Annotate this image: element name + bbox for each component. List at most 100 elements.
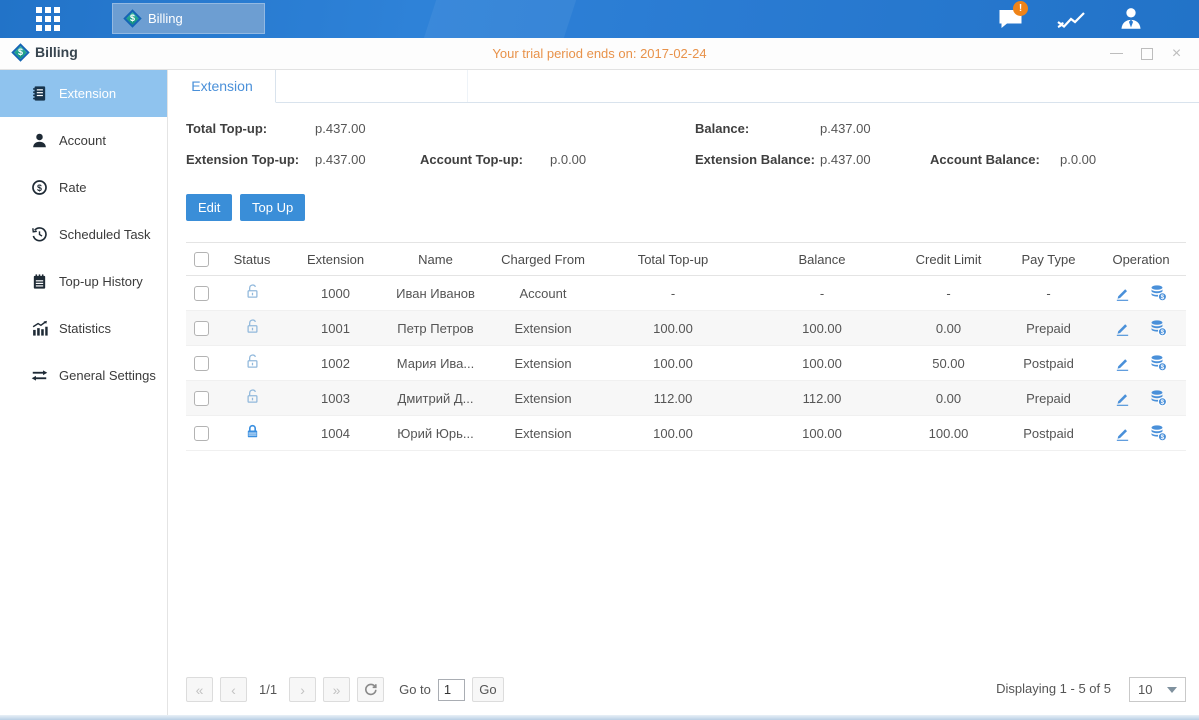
bar-chart-icon bbox=[31, 320, 48, 337]
extensions-table: StatusExtensionNameCharged FromTotal Top… bbox=[186, 242, 1186, 451]
person-icon[interactable] bbox=[1111, 5, 1151, 33]
billing-diamond-icon: $ bbox=[123, 9, 141, 27]
row-checkbox[interactable] bbox=[194, 321, 209, 336]
tab-extension[interactable]: Extension bbox=[169, 70, 276, 103]
user-icon bbox=[31, 132, 48, 149]
main-panel: Extension Total Top-up: p.437.00 Balance… bbox=[169, 70, 1199, 715]
sidebar-item-statistics[interactable]: Statistics bbox=[0, 305, 167, 352]
topup-coins-icon[interactable]: $ bbox=[1149, 354, 1168, 372]
svg-text:$: $ bbox=[37, 183, 42, 193]
extension-balance-value: p.437.00 bbox=[820, 152, 871, 167]
notepad-icon bbox=[31, 273, 48, 290]
sidebar-item-label: Extension bbox=[59, 86, 116, 101]
page-size-select[interactable]: 10 bbox=[1129, 677, 1186, 702]
row-checkbox[interactable] bbox=[194, 286, 209, 301]
extension-topup-label: Extension Top-up: bbox=[186, 152, 299, 167]
messages-icon[interactable]: ! bbox=[990, 5, 1030, 33]
sidebar-item-general-settings[interactable]: General Settings bbox=[0, 352, 167, 399]
row-select-cell bbox=[186, 416, 216, 451]
topup-coins-icon[interactable]: $ bbox=[1149, 319, 1168, 337]
dollar-circle-icon: $ bbox=[31, 179, 48, 196]
pay-type-cell: Postpaid bbox=[1001, 416, 1096, 451]
status-cell bbox=[216, 416, 288, 451]
maximize-icon[interactable] bbox=[1140, 47, 1153, 60]
edit-pencil-icon[interactable] bbox=[1114, 390, 1131, 407]
row-checkbox[interactable] bbox=[194, 426, 209, 441]
charged-from-cell: Extension bbox=[488, 381, 598, 416]
goto-page-input[interactable] bbox=[438, 679, 465, 701]
taskbar-tab-billing[interactable]: $ Billing bbox=[112, 3, 265, 34]
table-row: 1003Дмитрий Д...Extension112.00112.000.0… bbox=[186, 381, 1186, 416]
operation-cell: $ bbox=[1096, 311, 1186, 346]
operation-cell: $ bbox=[1096, 416, 1186, 451]
column-header: Extension bbox=[288, 243, 383, 276]
name-cell: Мария Ива... bbox=[383, 346, 488, 381]
lock-open-icon bbox=[244, 318, 261, 335]
pay-type-cell: Prepaid bbox=[1001, 381, 1096, 416]
notification-badge: ! bbox=[1013, 1, 1028, 16]
prev-page-button[interactable]: ‹ bbox=[220, 677, 247, 702]
window-titlebar: $ Billing Your trial period ends on: 201… bbox=[0, 38, 1199, 70]
row-select-cell bbox=[186, 311, 216, 346]
sidebar-item-label: General Settings bbox=[59, 368, 156, 383]
edit-pencil-icon[interactable] bbox=[1114, 425, 1131, 442]
sidebar-item-top-up-history[interactable]: Top-up History bbox=[0, 258, 167, 305]
minimize-icon[interactable] bbox=[1110, 47, 1123, 60]
table-row: 1001Петр ПетровExtension100.00100.000.00… bbox=[186, 311, 1186, 346]
table-header-row: StatusExtensionNameCharged FromTotal Top… bbox=[186, 243, 1186, 276]
sidebar-item-extension[interactable]: Extension bbox=[0, 70, 167, 117]
svg-text:$: $ bbox=[1161, 399, 1165, 406]
close-icon[interactable]: × bbox=[1170, 47, 1183, 60]
column-header: Credit Limit bbox=[896, 243, 1001, 276]
extension-cell: 1000 bbox=[288, 276, 383, 311]
lock-closed-icon bbox=[244, 423, 261, 440]
credit-limit-cell: 50.00 bbox=[896, 346, 1001, 381]
edit-pencil-icon[interactable] bbox=[1114, 320, 1131, 337]
status-cell bbox=[216, 311, 288, 346]
sidebar-item-label: Statistics bbox=[59, 321, 111, 336]
line-chart-icon[interactable] bbox=[1051, 5, 1091, 33]
last-page-button[interactable]: » bbox=[323, 677, 350, 702]
refresh-icon[interactable] bbox=[357, 677, 384, 702]
column-header: Charged From bbox=[488, 243, 598, 276]
select-all-checkbox[interactable] bbox=[194, 252, 209, 267]
history-clock-icon bbox=[31, 226, 48, 243]
charged-from-cell: Extension bbox=[488, 346, 598, 381]
row-checkbox[interactable] bbox=[194, 391, 209, 406]
edit-button[interactable]: Edit bbox=[186, 194, 232, 221]
credit-limit-cell: 0.00 bbox=[896, 381, 1001, 416]
go-button[interactable]: Go bbox=[472, 677, 504, 702]
sidebar-item-scheduled-task[interactable]: Scheduled Task bbox=[0, 211, 167, 258]
pay-type-cell: Prepaid bbox=[1001, 311, 1096, 346]
edit-pencil-icon[interactable] bbox=[1114, 355, 1131, 372]
column-header: Status bbox=[216, 243, 288, 276]
sidebar-item-account[interactable]: Account bbox=[0, 117, 167, 164]
top-up-button[interactable]: Top Up bbox=[240, 194, 305, 221]
table-row: 1004Юрий Юрь...Extension100.00100.00100.… bbox=[186, 416, 1186, 451]
row-checkbox[interactable] bbox=[194, 356, 209, 371]
app-launcher-icon[interactable] bbox=[36, 7, 62, 31]
status-cell bbox=[216, 381, 288, 416]
next-page-button[interactable]: › bbox=[289, 677, 316, 702]
balance-cell: - bbox=[748, 276, 896, 311]
credit-limit-cell: - bbox=[896, 276, 1001, 311]
column-header: Operation bbox=[1096, 243, 1186, 276]
tab-strip-spacer bbox=[276, 70, 468, 102]
first-page-button[interactable]: « bbox=[186, 677, 213, 702]
column-header: Balance bbox=[748, 243, 896, 276]
extension-cell: 1001 bbox=[288, 311, 383, 346]
topup-coins-icon[interactable]: $ bbox=[1149, 389, 1168, 407]
tab-strip: Extension bbox=[169, 70, 1199, 103]
operation-cell: $ bbox=[1096, 276, 1186, 311]
total-topup-cell: 100.00 bbox=[598, 311, 748, 346]
topup-coins-icon[interactable]: $ bbox=[1149, 284, 1168, 302]
topup-coins-icon[interactable]: $ bbox=[1149, 424, 1168, 442]
sidebar-item-rate[interactable]: $Rate bbox=[0, 164, 167, 211]
extension-cell: 1004 bbox=[288, 416, 383, 451]
svg-text:$: $ bbox=[1161, 329, 1165, 336]
balance-cell: 100.00 bbox=[748, 311, 896, 346]
account-balance-value: p.0.00 bbox=[1060, 152, 1096, 167]
edit-pencil-icon[interactable] bbox=[1114, 285, 1131, 302]
sidebar-item-label: Top-up History bbox=[59, 274, 143, 289]
extension-cell: 1003 bbox=[288, 381, 383, 416]
